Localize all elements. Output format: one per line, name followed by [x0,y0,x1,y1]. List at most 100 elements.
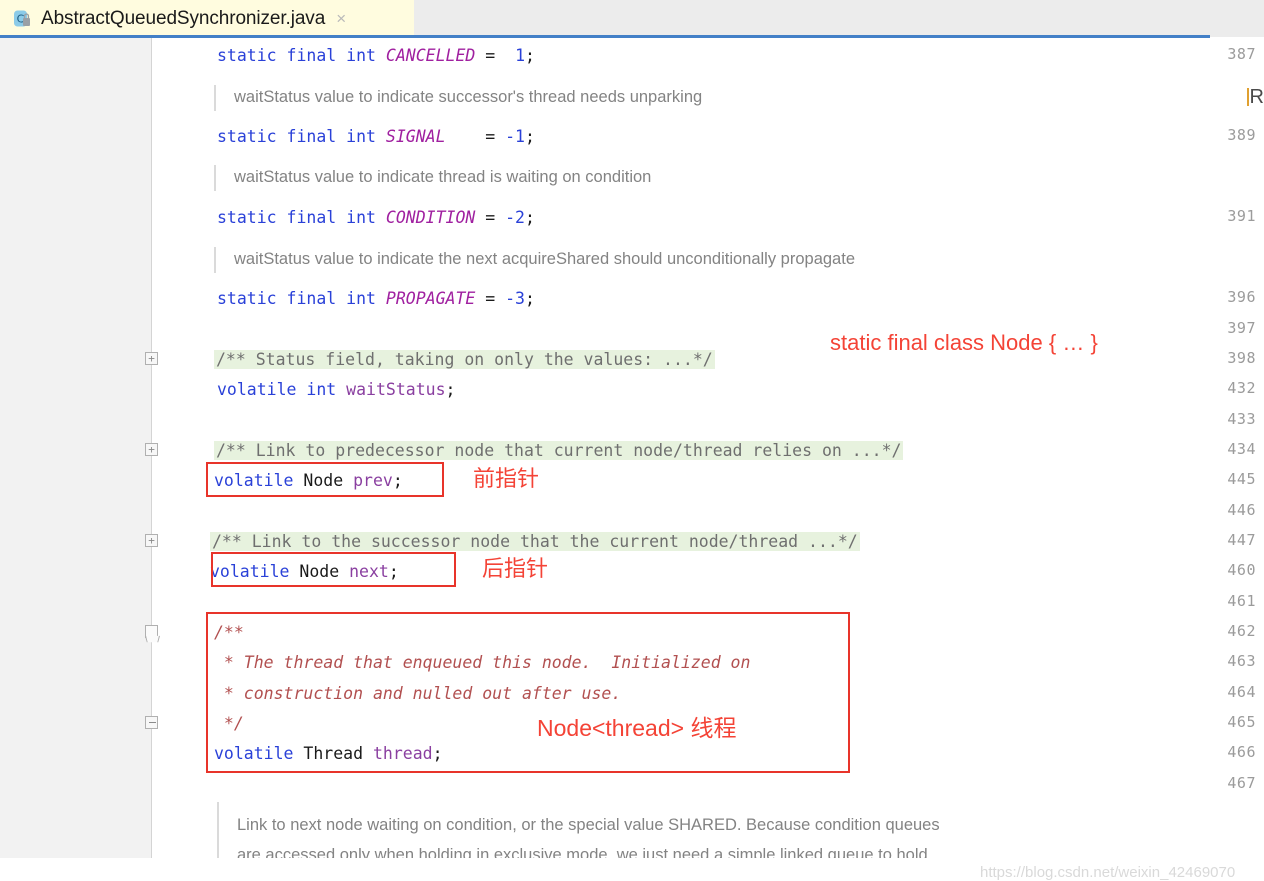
code-token: */ [214,714,244,733]
folded-comment-text: /** Status field, taking on only the val… [214,350,715,369]
doc-indent-bar [214,165,216,191]
code-token: ; [432,744,443,763]
code-token: static [217,127,277,146]
annotation-prev-pointer: 前指针 [473,466,540,491]
code-token: -2 [505,208,525,227]
close-icon[interactable]: × [336,10,346,27]
folded-comment-text: /** Link to predecessor node that curren… [214,441,904,460]
annotation-node-class: static final class Node { … } [830,330,1098,355]
code-token: int [306,380,337,399]
code-token: static [217,208,277,227]
code-token: ; [392,471,403,490]
code-token: -1 [505,127,525,146]
code-token: int [346,208,376,227]
code-token: static [217,289,277,308]
code-editor[interactable]: 387 389 391 396 397 398 432 433 434 445 446 447 460 4… [0,38,1264,881]
watermark: https://blog.csdn.net/weixin_42469070 [980,864,1236,881]
code-token: Node [303,471,344,490]
code-token: final [286,46,337,65]
code-token: 1 [515,46,525,65]
code-token: = [475,46,516,65]
tab-abstractqueuedsynchronizer[interactable]: C AbstractQueuedSynchronizer.java × [0,0,414,37]
rendered-doc-text: waitStatus value to indicate thread is w… [234,168,652,186]
doc-indent-bar [214,247,216,273]
line-number-gutter[interactable] [0,38,151,858]
code-token: SIGNAL [385,127,446,146]
code-token: volatile [210,562,290,581]
code-token: ; [525,46,535,65]
folded-comment[interactable]: /** Status field, taking on only the val… [214,345,715,375]
code-token: final [286,127,337,146]
code-token: ; [525,208,535,227]
rendered-doc-text: waitStatus value to indicate the next ac… [234,250,855,268]
doc-indent-bar [214,85,216,111]
code-token: CONDITION [385,208,476,227]
code-token: thread [372,744,433,763]
code-line[interactable]: * The thread that enqueued this node. In… [214,648,751,678]
code-line[interactable]: */ [214,709,244,739]
code-token: prev [353,471,393,490]
code-token: ; [445,380,456,399]
cut-off-edge-glyph: R [1246,86,1264,109]
tab-label: AbstractQueuedSynchronizer.java [41,7,326,29]
code-line[interactable]: static final int SIGNAL = -1; [217,122,535,152]
code-line[interactable]: static final int CANCELLED = 1; [217,41,535,71]
java-class-locked-icon: C [12,9,32,29]
folded-comment-text: /** Link to the successor node that the … [210,532,860,551]
rendered-doc-text: Link to next node waiting on condition, … [237,816,940,834]
code-line[interactable]: /** [214,618,244,648]
code-token: = [475,289,506,308]
code-token: Thread [303,744,364,763]
edge-glyph-letter: R [1249,86,1264,108]
code-token: volatile [214,471,294,490]
rendered-doc-text: are accessed only when holding in exclus… [237,846,928,858]
code-token: CANCELLED [385,46,476,65]
code-token: * The thread that enqueued this node. In… [214,653,751,672]
code-line[interactable]: volatile Node next; [210,557,399,587]
code-token: int [346,46,376,65]
code-line[interactable]: static final int CONDITION = -2; [217,203,535,233]
code-token: static [217,46,277,65]
code-line[interactable]: volatile int waitStatus; [217,375,455,405]
code-token: int [346,289,376,308]
rendered-doc-text: waitStatus value to indicate successor's… [234,88,703,106]
folded-comment[interactable]: /** Link to the successor node that the … [210,527,860,557]
code-token: = [445,127,506,146]
code-line[interactable]: static final int PROPAGATE = -3; [217,284,535,314]
code-line[interactable]: volatile Thread thread; [214,739,443,769]
code-token: volatile [217,380,297,399]
code-line[interactable]: volatile Node prev; [214,466,403,496]
code-token: final [286,208,337,227]
code-token: ; [525,127,535,146]
code-token: int [346,127,376,146]
code-token: /** [214,623,244,642]
code-token: next [349,562,389,581]
doc-indent-bar [217,802,219,858]
code-token: * construction and nulled out after use. [214,684,622,703]
code-token: PROPAGATE [385,289,476,308]
annotation-node-thread: Node<thread> 线程 [537,715,737,741]
folded-comment[interactable]: /** Link to predecessor node that curren… [214,436,904,466]
code-line[interactable]: * construction and nulled out after use. [214,679,621,709]
editor-tab-bar: C AbstractQueuedSynchronizer.java × [0,0,1264,38]
code-token: Node [299,562,340,581]
code-token: waitStatus [346,380,446,399]
